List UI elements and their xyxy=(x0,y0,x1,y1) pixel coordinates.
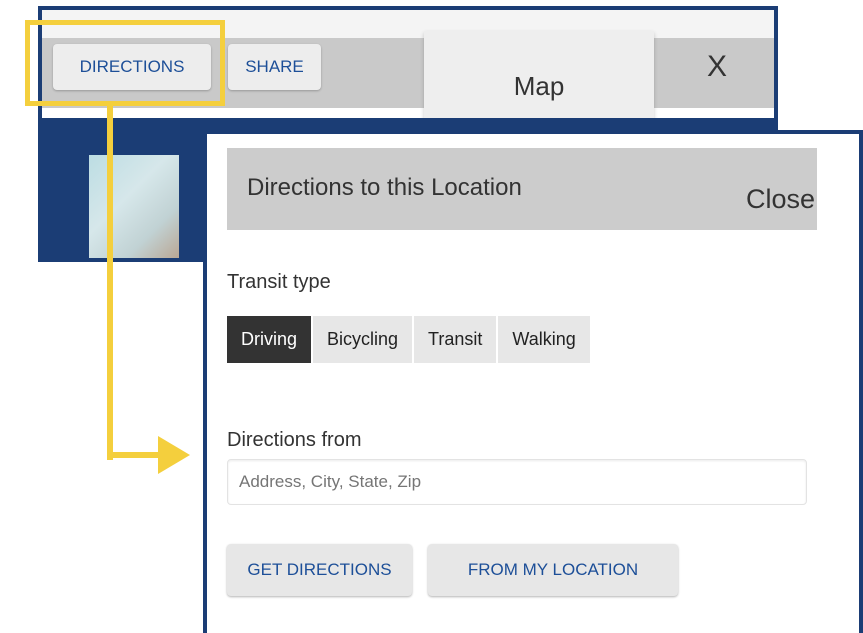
directions-from-label: Directions from xyxy=(227,429,362,451)
get-directions-button[interactable]: GET DIRECTIONS xyxy=(227,544,412,596)
transit-type-selector: Driving Bicycling Transit Walking xyxy=(227,316,592,363)
directions-close-button[interactable]: Close xyxy=(746,184,815,215)
address-input[interactable] xyxy=(227,459,807,505)
transit-option-transit[interactable]: Transit xyxy=(414,316,497,363)
transit-option-driving[interactable]: Driving xyxy=(227,316,312,363)
arrow-head-icon xyxy=(158,436,190,474)
transit-option-walking[interactable]: Walking xyxy=(498,316,590,363)
directions-header: Directions to this Location Close xyxy=(227,148,817,230)
directions-title: Directions to this Location xyxy=(247,174,522,201)
transit-type-label: Transit type xyxy=(227,271,331,293)
location-thumbnail xyxy=(89,155,179,258)
map-close-button[interactable]: X xyxy=(707,50,727,84)
arrow-vertical-segment xyxy=(107,104,113,460)
directions-highlight-box xyxy=(25,20,225,106)
directions-panel: Directions to this Location Close Transi… xyxy=(203,130,863,633)
from-my-location-button[interactable]: FROM MY LOCATION xyxy=(428,544,678,596)
share-button[interactable]: SHARE xyxy=(228,44,321,90)
transit-option-bicycling[interactable]: Bicycling xyxy=(313,316,413,363)
map-tab[interactable]: Map xyxy=(424,31,654,129)
